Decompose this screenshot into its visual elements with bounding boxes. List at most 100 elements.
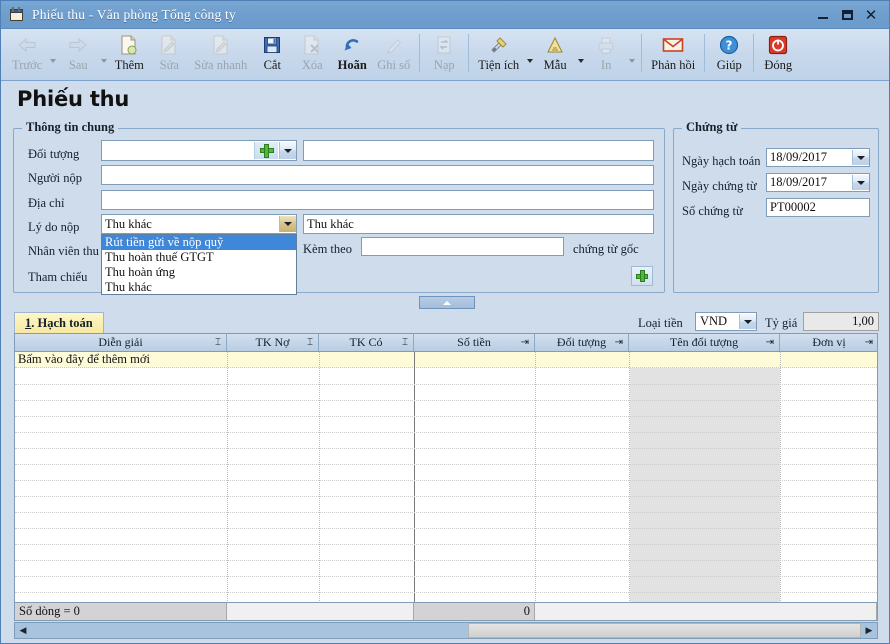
toolbar-separator (753, 34, 755, 72)
toolbar-button-tiện-ích[interactable]: Tiện ích (473, 32, 524, 78)
label-ngay-chung-tu: Ngày chứng từ (682, 179, 757, 193)
toolbar-dropdown-arrow-tiện-ích[interactable] (524, 32, 535, 78)
toolbar-button-phản-hồi[interactable]: Phản hồi (646, 32, 700, 78)
close-button[interactable]: ✕ (859, 3, 883, 27)
toolbar-button-ghi-sổ: Ghi sổ (372, 32, 415, 78)
grid-column-header[interactable]: Tên đối tượng ⇥ (629, 334, 780, 351)
toolbar-dropdown-arrow-sau[interactable] (98, 32, 109, 78)
column-pin-icon[interactable]: ⌶ (215, 337, 221, 348)
grid-column-header[interactable]: Đối tượng ⇥ (535, 334, 629, 351)
ngay-chung-tu-input[interactable]: 18/09/2017 (766, 173, 870, 192)
scroll-left-arrow-icon[interactable]: ◀ (15, 623, 31, 638)
toolbar-button-giúp[interactable]: ? Giúp (709, 32, 749, 78)
grid-new-row[interactable]: Bấm vào đây để thêm mới (15, 352, 877, 368)
ngay-chung-tu-dropdown-button[interactable] (852, 175, 869, 190)
dropdown-option[interactable]: Thu hoàn ứng (102, 265, 296, 280)
toolbar-button-đóng[interactable]: Đóng (758, 32, 798, 78)
tab-hach-toan[interactable]: 1. Hạch toán (14, 312, 104, 333)
doi-tuong-dropdown-button[interactable] (279, 142, 296, 159)
dia-chi-input[interactable] (101, 190, 654, 210)
label-tham-chieu: Tham chiếu (28, 270, 88, 284)
column-pin-icon[interactable]: ⇥ (615, 337, 623, 348)
ly-do-nop-combo[interactable]: Thu khác (101, 214, 297, 234)
toolbar-button-label: Tiện ích (478, 58, 520, 72)
maximize-button[interactable] (835, 3, 859, 27)
toolbar-button-label: Sửa nhanh (194, 58, 248, 72)
toolbar-button-thêm[interactable]: Thêm (109, 32, 149, 78)
toolbar-dropdown-arrow-mẫu[interactable] (575, 32, 586, 78)
label-ty-gia: Tỷ giá (765, 316, 798, 330)
toolbar-button-mẫu[interactable]: Mẫu (535, 32, 575, 78)
attach-document-button[interactable] (631, 266, 653, 286)
grid-footer-blank-2 (535, 602, 877, 620)
dropdown-option[interactable]: Thu khác (102, 280, 296, 295)
grid-row-divider (15, 496, 877, 497)
grid-column-header[interactable]: TK Nợ ⌶ (227, 334, 319, 351)
grid-column-header[interactable]: Diễn giải ⌶ (15, 334, 227, 351)
minimize-button[interactable] (811, 3, 835, 27)
ngay-chung-tu-value: 18/09/2017 (770, 175, 827, 189)
scroll-track[interactable] (31, 623, 861, 638)
add-doi-tuong-button[interactable] (254, 142, 278, 159)
ty-gia-value: 1,00 (852, 314, 874, 328)
accounting-grid: Diễn giải ⌶ TK Nợ ⌶ TK Có ⌶ Số tiền ⇥ Đối tượng ⇥… (14, 333, 878, 621)
toolbar-button-cắt[interactable]: Cắt (252, 32, 292, 78)
toolbar-button-label: Nạp (433, 58, 455, 72)
label-so-chung-tu: Số chứng từ (682, 204, 743, 218)
chevron-down-icon (577, 59, 584, 63)
ly-do-nop-dropdown-list[interactable]: Rút tiền gửi về nộp quỹ Thu hoàn thuế GTG… (101, 234, 297, 295)
voucher-caption: Chứng từ (682, 120, 742, 135)
grid-body[interactable]: Bấm vào đây để thêm mới (15, 352, 877, 603)
column-pin-icon[interactable]: ⇥ (521, 337, 529, 348)
ly-do-nop-desc-input[interactable]: Thu khác (303, 214, 654, 234)
ty-gia-input[interactable]: 1,00 (803, 312, 879, 331)
refresh-icon (434, 33, 454, 57)
close-power-icon (768, 33, 788, 57)
chevron-down-icon (744, 319, 752, 324)
grid-column-divider (414, 352, 415, 603)
column-pin-icon[interactable]: ⌶ (402, 337, 408, 348)
horizontal-scrollbar[interactable]: ◀ ▶ (14, 622, 878, 639)
quick-edit-icon (211, 33, 231, 57)
nguoi-nop-input[interactable] (101, 165, 654, 185)
ly-do-nop-value: Thu khác (105, 216, 152, 231)
column-pin-icon[interactable]: ⌶ (307, 337, 313, 348)
grid-row-divider (15, 544, 877, 545)
grid-column-header-label: TK Có (349, 335, 383, 349)
grid-footer: Số dòng = 0 0 (15, 602, 877, 620)
ly-do-nop-dropdown-button[interactable] (279, 216, 296, 232)
grid-row-divider (15, 512, 877, 513)
grid-row-divider (15, 464, 877, 465)
ngay-hach-toan-input[interactable]: 18/09/2017 (766, 148, 870, 167)
grid-column-header[interactable]: TK Có ⌶ (319, 334, 414, 351)
toolbar-button-hoãn[interactable]: Hoãn (332, 32, 372, 78)
doi-tuong-name-input[interactable] (303, 140, 654, 161)
arrow-left-icon (16, 33, 38, 57)
tab-label-rest: . Hạch toán (31, 315, 93, 330)
grid-column-header[interactable]: Số tiền ⇥ (414, 334, 535, 351)
scroll-thumb[interactable] (468, 623, 861, 638)
column-pin-icon[interactable]: ⇥ (766, 337, 774, 348)
toolbar-button-label: Đóng (764, 58, 793, 72)
grid-footer-rowcount: Số dòng = 0 (15, 602, 227, 620)
dropdown-option[interactable]: Thu hoàn thuế GTGT (102, 250, 296, 265)
label-dia-chi: Địa chỉ (28, 196, 65, 210)
pencil-icon (384, 33, 404, 57)
grid-column-header-label: Đối tượng (556, 335, 607, 349)
chevron-down-icon (284, 222, 292, 226)
panel-collapse-splitter[interactable] (419, 296, 475, 309)
kem-theo-input[interactable] (361, 237, 564, 256)
toolbar-button-label: Thêm (114, 58, 144, 72)
column-pin-icon[interactable]: ⇥ (865, 337, 873, 348)
loai-tien-dropdown-button[interactable] (739, 314, 756, 329)
toolbar-dropdown-arrow-in[interactable] (626, 32, 637, 78)
grid-column-header[interactable]: Đơn vị ⇥ (780, 334, 877, 351)
ngay-hach-toan-dropdown-button[interactable] (852, 150, 869, 165)
dropdown-option[interactable]: Rút tiền gửi về nộp quỹ (102, 235, 296, 250)
doi-tuong-input[interactable] (101, 140, 297, 161)
scroll-right-arrow-icon[interactable]: ▶ (861, 623, 877, 638)
loai-tien-combo[interactable]: VND (695, 312, 757, 331)
toolbar-dropdown-arrow-trước[interactable] (47, 32, 58, 78)
label-nhan-vien-thu: Nhân viên thu (28, 244, 99, 258)
so-chung-tu-input[interactable]: PT00002 (766, 198, 870, 217)
